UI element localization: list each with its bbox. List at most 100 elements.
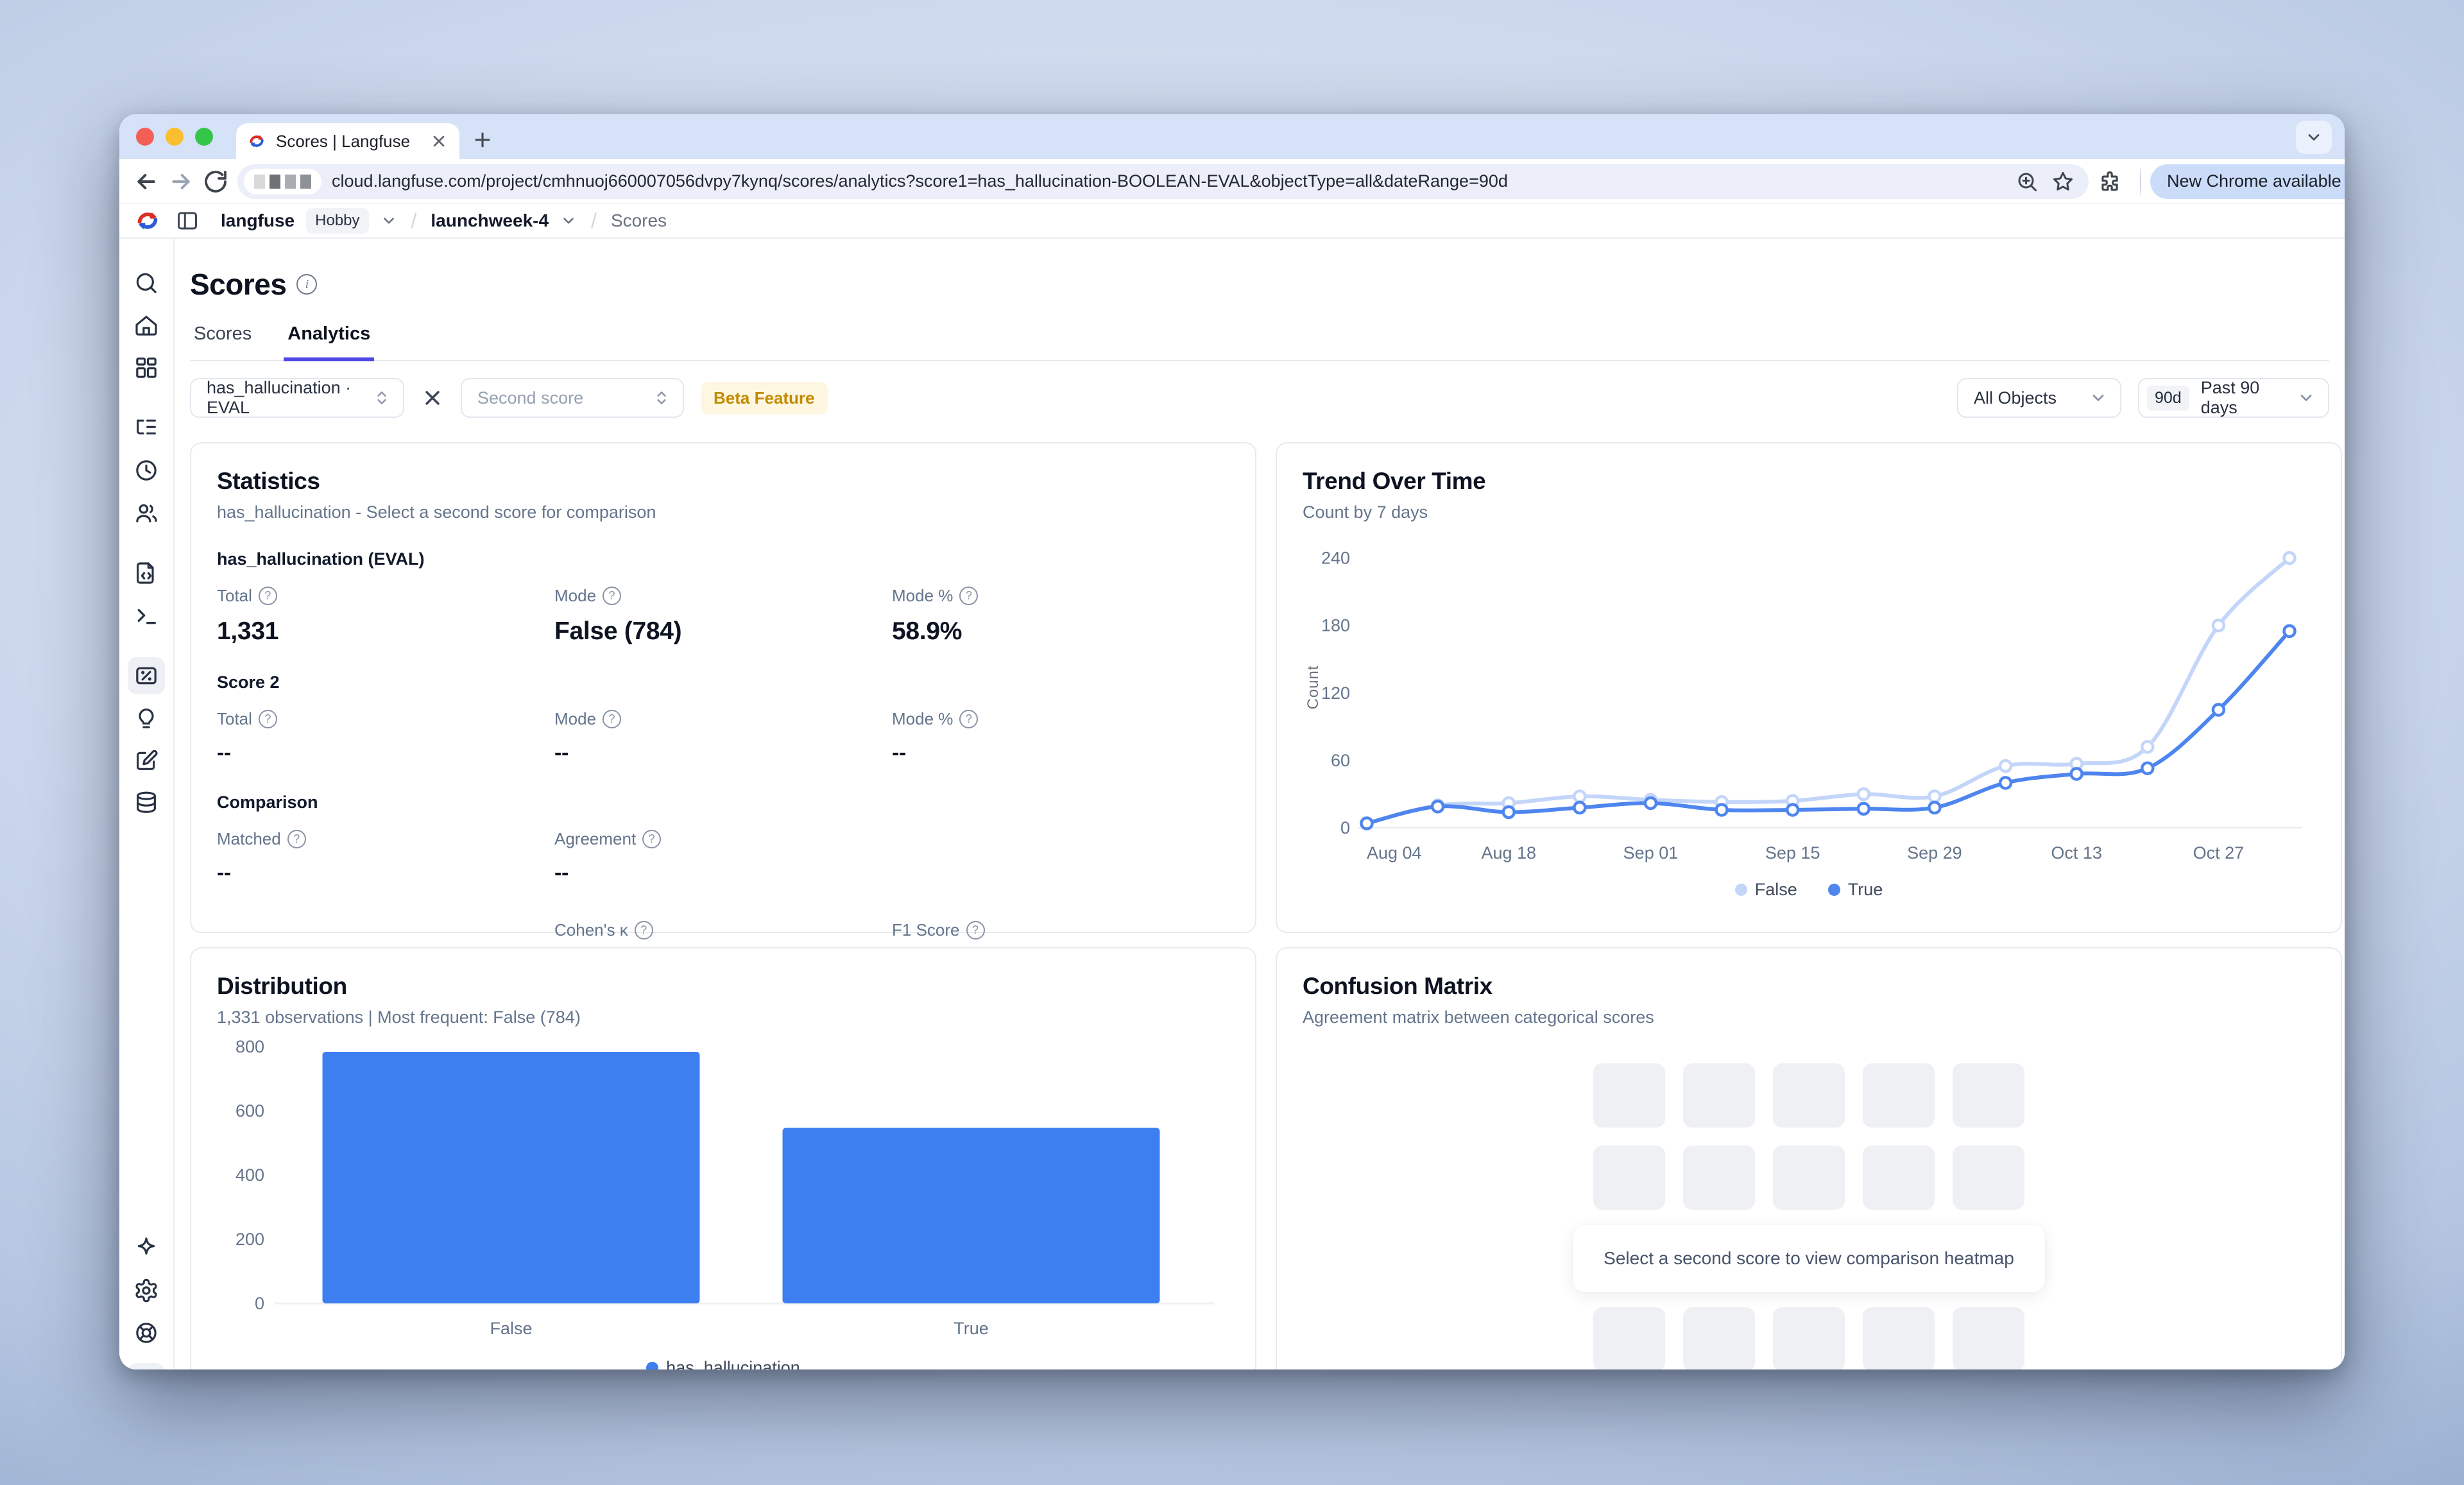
date-range-select[interactable]: 90d Past 90 days xyxy=(2138,378,2329,418)
sidebar-item-insights[interactable] xyxy=(128,700,165,737)
help-icon[interactable]: ? xyxy=(635,921,653,940)
url-text[interactable]: cloud.langfuse.com/project/cmhnuoj660007… xyxy=(332,171,2005,191)
svg-text:800: 800 xyxy=(235,1037,264,1056)
legend-item[interactable]: has_hallucination xyxy=(646,1358,800,1369)
chevron-down-icon xyxy=(2089,389,2107,407)
sidebar-item-playground[interactable] xyxy=(128,597,165,634)
sidebar-item-tracing[interactable] xyxy=(128,409,165,447)
svg-text:200: 200 xyxy=(235,1230,264,1249)
chrome-update-pill[interactable]: New Chrome available xyxy=(2150,164,2345,199)
page-tabs: Scores Analytics xyxy=(190,323,2329,361)
org-chevron-icon[interactable] xyxy=(381,212,397,229)
help-icon[interactable]: ? xyxy=(642,830,661,848)
project-chevron-icon[interactable] xyxy=(560,212,577,229)
sidebar-item-prompts[interactable] xyxy=(128,554,165,592)
sidebar-rail: M xyxy=(119,239,175,1369)
svg-text:Sep 01: Sep 01 xyxy=(1623,843,1679,863)
sidebar-item-evaluation[interactable] xyxy=(128,657,165,694)
second-score-select[interactable]: Second score xyxy=(461,378,684,418)
stat-matched: Matched?-- xyxy=(217,829,554,886)
confusion-matrix-card: Confusion Matrix Agreement matrix betwee… xyxy=(1276,947,2342,1369)
tab-analytics[interactable]: Analytics xyxy=(284,323,374,361)
forward-icon[interactable] xyxy=(168,169,194,194)
stat-mode-2: Mode?-- xyxy=(554,709,892,766)
sidebar-item-annotation[interactable] xyxy=(128,742,165,779)
score2-heading: Score 2 xyxy=(217,673,1229,692)
browser-profile-avatar[interactable] xyxy=(2140,167,2141,196)
reload-icon[interactable] xyxy=(203,169,228,194)
address-bar[interactable]: cloud.langfuse.com/project/cmhnuoj660007… xyxy=(237,164,2089,199)
help-icon[interactable]: ? xyxy=(603,587,621,605)
playground-icon xyxy=(133,603,159,628)
heatmap-placeholder-message: Select a second score to view comparison… xyxy=(1573,1225,2045,1292)
placeholder-cell xyxy=(1683,1146,1755,1210)
extensions-puzzle-icon[interactable] xyxy=(2098,169,2122,194)
svg-text:Aug 18: Aug 18 xyxy=(1481,843,1536,863)
sidebar-item-dashboards[interactable] xyxy=(128,349,165,386)
chevron-down-icon xyxy=(2297,389,2315,407)
help-icon[interactable]: ? xyxy=(259,587,277,605)
help-icon[interactable]: ? xyxy=(259,710,277,728)
sidebar-toggle-icon[interactable] xyxy=(176,209,199,232)
svg-text:600: 600 xyxy=(235,1101,264,1120)
help-icon[interactable]: ? xyxy=(603,710,621,728)
minimize-window-button[interactable] xyxy=(166,128,184,146)
help-icon[interactable]: ? xyxy=(966,921,985,940)
distribution-legend: has_hallucination xyxy=(217,1358,1229,1369)
sidebar-item-ask-ai[interactable] xyxy=(128,1230,165,1267)
comparison-heading: Comparison xyxy=(217,793,1229,812)
zoom-icon[interactable] xyxy=(2015,170,2039,193)
heatmap-placeholder-grid xyxy=(1593,1307,2024,1369)
objects-filter-select[interactable]: All Objects xyxy=(1957,378,2121,418)
search-icon xyxy=(133,270,159,296)
bookmark-star-icon[interactable] xyxy=(2051,170,2075,193)
sidebar-item-support[interactable] xyxy=(128,1314,165,1352)
close-window-button[interactable] xyxy=(136,128,154,146)
close-tab-icon[interactable] xyxy=(430,132,448,150)
back-icon[interactable] xyxy=(133,169,159,194)
sidebar-item-datasets[interactable] xyxy=(128,784,165,821)
info-icon[interactable]: i xyxy=(296,274,317,295)
browser-window: Scores | Langfuse cloud.langfuse.com/pro… xyxy=(119,114,2345,1369)
new-tab-button[interactable] xyxy=(468,126,497,154)
user-avatar[interactable]: M xyxy=(128,1363,165,1369)
statistics-card: Statistics has_hallucination - Select a … xyxy=(190,442,1256,933)
trend-subtitle: Count by 7 days xyxy=(1303,502,2315,522)
legend-item[interactable]: False xyxy=(1735,880,1797,900)
sidebar-item-users[interactable] xyxy=(128,494,165,531)
sidebar-item-settings[interactable] xyxy=(128,1272,165,1309)
date-range-value: Past 90 days xyxy=(2201,378,2286,418)
breadcrumb-project[interactable]: launchweek-4 xyxy=(431,210,549,231)
stat-mode: Mode?False (784) xyxy=(554,586,892,646)
browser-tabstrip: Scores | Langfuse xyxy=(119,114,2345,159)
trend-legend: False True xyxy=(1303,880,2315,900)
browser-toolbar: cloud.langfuse.com/project/cmhnuoj660007… xyxy=(119,159,2345,204)
site-info-chip[interactable] xyxy=(244,169,321,194)
stat-agreement: Agreement?-- xyxy=(554,829,892,886)
tab-scores[interactable]: Scores xyxy=(190,323,255,361)
trend-title: Trend Over Time xyxy=(1303,468,2315,495)
sidebar-item-search[interactable] xyxy=(128,264,165,302)
tracing-icon xyxy=(133,415,159,441)
placeholder-cell xyxy=(1773,1307,1845,1369)
help-icon[interactable]: ? xyxy=(959,587,978,605)
help-icon[interactable]: ? xyxy=(959,710,978,728)
placeholder-cell xyxy=(1683,1063,1755,1128)
annotation-icon xyxy=(133,748,159,773)
legend-item[interactable]: True xyxy=(1828,880,1883,900)
placeholder-cell xyxy=(1863,1307,1935,1369)
browser-tab[interactable]: Scores | Langfuse xyxy=(236,123,459,159)
zoom-window-button[interactable] xyxy=(195,128,213,146)
placeholder-cell xyxy=(1683,1307,1755,1369)
sidebar-item-home[interactable] xyxy=(128,307,165,344)
updown-chevron-icon xyxy=(653,387,670,409)
stat-mode-pct: Mode %?58.9% xyxy=(892,586,1229,646)
tab-search-button[interactable] xyxy=(2296,121,2332,154)
score1-select[interactable]: has_hallucination · EVAL xyxy=(190,378,404,418)
objects-filter-value: All Objects xyxy=(1974,388,2078,408)
stat-total: Total?1,331 xyxy=(217,586,554,646)
clear-score-icon[interactable] xyxy=(421,386,444,409)
breadcrumb-org[interactable]: langfuse xyxy=(221,210,295,231)
sidebar-item-sessions[interactable] xyxy=(128,452,165,489)
help-icon[interactable]: ? xyxy=(287,830,306,848)
